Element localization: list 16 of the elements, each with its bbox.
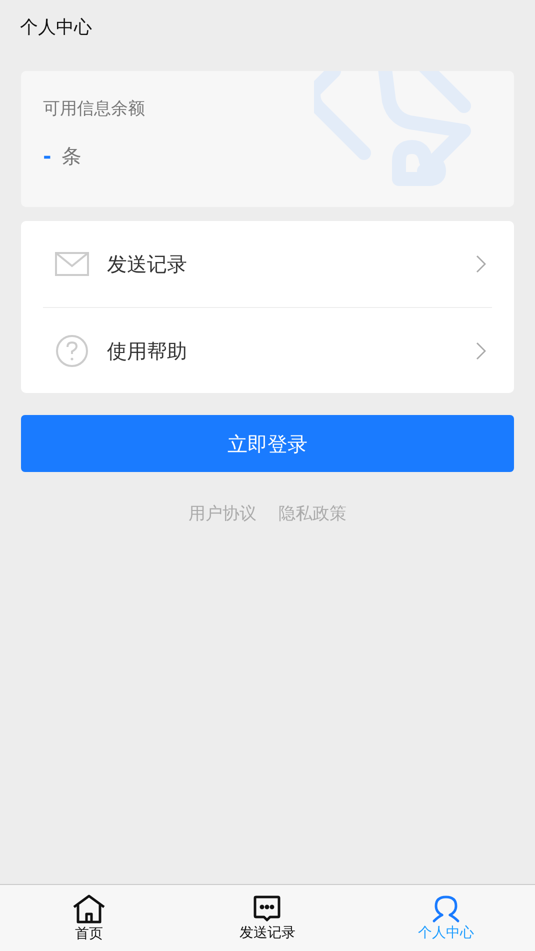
balance-unit: 条: [61, 142, 82, 170]
help-icon: [55, 334, 89, 368]
envelope-icon: [55, 252, 89, 276]
menu-item[interactable]: 使用帮助: [43, 307, 492, 393]
tab[interactable]: 发送记录: [178, 885, 357, 951]
login-button[interactable]: 立即登录: [21, 415, 514, 472]
menu-item[interactable]: 发送记录: [43, 221, 492, 307]
tab[interactable]: 首页: [0, 885, 178, 951]
chevron-right-icon: [476, 255, 486, 273]
page-title: 个人中心: [20, 17, 92, 38]
home-icon: [73, 894, 106, 924]
balance-value: -: [43, 142, 52, 170]
user-icon: [432, 895, 460, 923]
chevron-right-icon: [476, 342, 486, 360]
balance-label: 可用信息余额: [43, 98, 146, 121]
chat-icon: [253, 895, 282, 923]
